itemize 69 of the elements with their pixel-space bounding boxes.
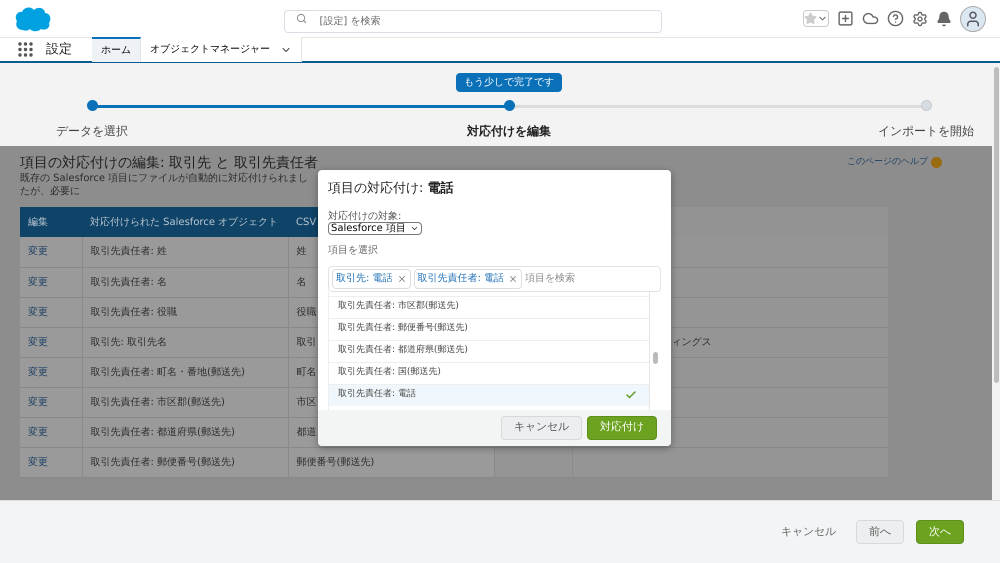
page-description: 既存の Salesforce 項目にファイルが自動的に対応付けられましたが、必要に <box>20 172 310 198</box>
scrollbar-thumb[interactable] <box>653 352 658 364</box>
map-button[interactable]: 対応付け <box>587 416 657 440</box>
table-cell: 取引先責任者: 市区郡(郵送先) <box>90 396 225 408</box>
field-option[interactable]: 取引先責任者: 電話 <box>329 384 649 406</box>
cloud-logo[interactable] <box>14 5 52 32</box>
app-title: 設定 <box>46 40 72 59</box>
cancel-button[interactable]: キャンセル <box>773 520 844 544</box>
notifications-icon[interactable] <box>936 10 952 26</box>
column-header: 対応付けられた Salesforce オブジェクト <box>82 207 288 237</box>
check-icon <box>625 389 637 401</box>
settings-icon[interactable] <box>912 10 928 26</box>
change-link[interactable]: 変更 <box>28 276 48 288</box>
next-button[interactable]: 次へ <box>916 520 964 544</box>
selected-pill[interactable]: 取引先: 電話 <box>332 268 411 288</box>
table-cell: 取引先責任者: 姓 <box>90 246 168 258</box>
column-header: 編集 <box>20 207 82 237</box>
selected-pill[interactable]: 取引先責任者: 電話 <box>414 268 522 288</box>
progress-tooltip: もう少しで完了です <box>456 73 562 92</box>
plus-icon[interactable] <box>837 10 854 27</box>
previous-button[interactable]: 前へ <box>856 520 904 544</box>
table-cell: 役職 <box>296 306 316 318</box>
remove-icon[interactable] <box>396 274 407 284</box>
table-cell: 取引先責任者: 役職 <box>90 306 178 318</box>
change-link[interactable]: 変更 <box>28 456 48 468</box>
avatar[interactable] <box>960 6 986 32</box>
change-link[interactable]: 変更 <box>28 306 48 318</box>
change-link[interactable]: 変更 <box>28 336 48 348</box>
table-cell: 取引 <box>296 336 316 348</box>
change-link[interactable]: 変更 <box>28 246 48 258</box>
column-header: CSV <box>288 207 318 237</box>
table-cell: 都道 <box>296 426 316 438</box>
page-title: 項目の対応付けの編集: 取引先 と 取引先責任者 <box>20 154 318 172</box>
search-input[interactable]: 項目を検索 <box>525 271 657 286</box>
search-icon <box>296 13 306 24</box>
field-label: 項目を選択 <box>328 244 379 258</box>
table-cell: 町名 <box>296 366 316 378</box>
change-link[interactable]: 変更 <box>28 426 48 438</box>
field-label: 対応付けの対象: <box>328 210 402 222</box>
table-cell: 取引先責任者: 町名・番地(郵送先) <box>90 366 245 378</box>
change-link[interactable]: 変更 <box>28 396 48 408</box>
table-cell: 市区 <box>296 396 316 408</box>
search-field[interactable]: [設定] を検索 <box>284 10 662 33</box>
table-cell: 取引先責任者: 名 <box>90 276 168 288</box>
help-icon <box>931 157 942 168</box>
target-select[interactable]: Salesforce 項目 <box>328 222 422 234</box>
nav-tab[interactable]: オブジェクトマネージャー <box>141 37 302 62</box>
help-link[interactable]: このページのヘルプ <box>847 156 942 170</box>
nav-tab[interactable]: ホーム <box>92 37 141 62</box>
table-cell: 取引先責任者: 都道府県(郵送先) <box>90 426 235 438</box>
scrollbar-thumb[interactable] <box>994 67 998 383</box>
cloud-icon[interactable] <box>862 10 879 27</box>
table-cell: 名 <box>296 276 306 288</box>
progress-step-label: 対応付けを編集 <box>467 123 551 140</box>
table-cell: 取引先責任者: 郵便番号(郵送先) <box>90 456 235 468</box>
cancel-button[interactable]: キャンセル <box>501 416 582 440</box>
table-cell: 取引先: 取引先名 <box>90 336 168 348</box>
progress-step-label: データを選択 <box>56 123 128 140</box>
star-icon <box>804 12 817 25</box>
app-launcher-icon[interactable] <box>18 42 33 57</box>
table-cell: 姓 <box>296 246 306 258</box>
progress-step-label: インポートを開始 <box>878 123 974 140</box>
help-icon[interactable] <box>887 10 904 27</box>
dialog-title: 項目の対応付け: 電話 <box>328 180 455 198</box>
table-cell: ィングス <box>672 336 712 348</box>
field-picker[interactable]: 取引先: 電話 取引先責任者: 電話 項目を検索 <box>328 266 661 292</box>
change-link[interactable]: 変更 <box>28 366 48 378</box>
table-cell: 郵便番号(郵送先) <box>296 456 374 468</box>
remove-icon[interactable] <box>508 274 518 284</box>
